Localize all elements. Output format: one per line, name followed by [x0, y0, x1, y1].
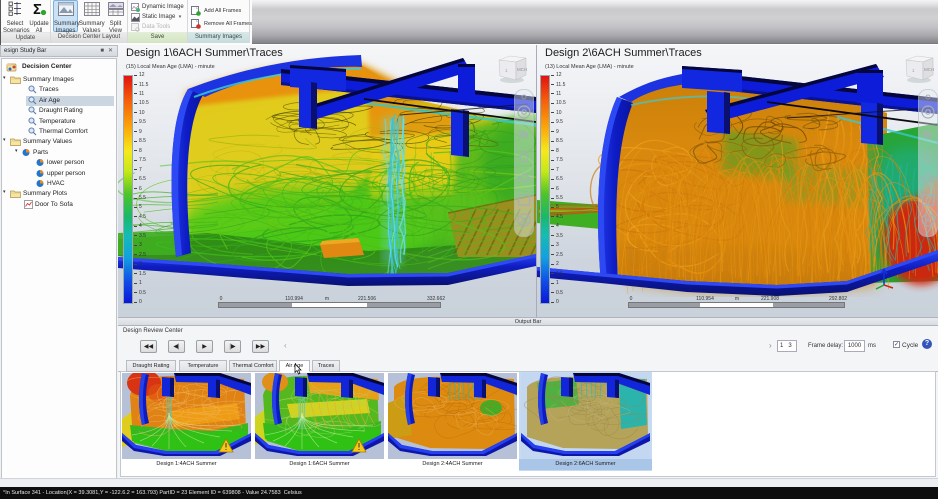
svg-text:MCH: MCH: [517, 67, 527, 72]
svg-text:MCH: MCH: [924, 67, 934, 72]
